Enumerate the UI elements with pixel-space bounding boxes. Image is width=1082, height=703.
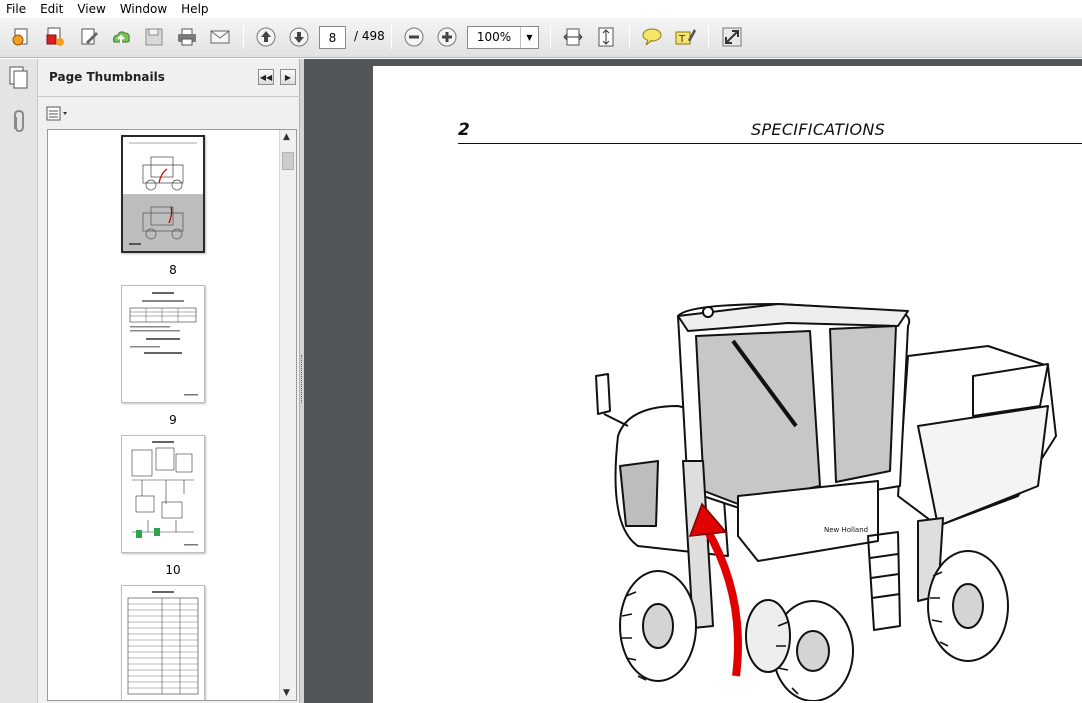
svg-text:T: T xyxy=(678,34,686,45)
plus-circle-icon xyxy=(437,27,457,47)
highlight-text-button[interactable]: T xyxy=(672,24,698,50)
menu-file[interactable]: File xyxy=(0,0,33,18)
save-disk-icon xyxy=(145,28,163,46)
thumbnail-image xyxy=(129,292,198,396)
fit-width-button[interactable] xyxy=(560,24,586,50)
minus-circle-icon xyxy=(404,27,424,47)
menu-bar: File Edit View Window Help xyxy=(0,0,1082,18)
paperclip-icon[interactable] xyxy=(9,109,29,135)
arrow-down-circle-icon xyxy=(289,27,309,47)
next-page-button[interactable] xyxy=(286,24,312,50)
thumbnail-image xyxy=(131,441,198,546)
thumbnails-scrollbar[interactable]: ▲ ▼ xyxy=(279,130,296,700)
create-pdf-button[interactable] xyxy=(8,24,34,50)
splitter-grip[interactable] xyxy=(301,355,303,403)
thumbnail-label: 8 xyxy=(169,263,177,277)
thumbnail-options-button[interactable] xyxy=(46,105,72,123)
toolbar-separator xyxy=(243,25,244,49)
section-heading: SPECIFICATIONS xyxy=(751,120,886,139)
zoom-in-button[interactable] xyxy=(434,24,460,50)
double-chevron-left-icon: ◀◀ xyxy=(259,72,273,82)
create-pdf-icon xyxy=(12,28,28,46)
page-total-label: / 498 xyxy=(354,29,385,43)
printer-icon xyxy=(178,28,196,46)
thumbnail-label: 10 xyxy=(165,563,181,577)
chevron-right-icon: ▶ xyxy=(284,72,292,82)
toolbar: / 498 100% ▼ T xyxy=(0,18,1082,58)
document-viewport[interactable]: 2 SPECIFICATIONS New Holland xyxy=(304,59,1082,703)
fit-width-icon xyxy=(563,28,583,46)
toolbar-separator xyxy=(629,25,630,49)
toolbar-separator xyxy=(708,25,709,49)
upload-cloud-button[interactable] xyxy=(108,24,134,50)
thumbnail-page-10[interactable] xyxy=(121,435,205,553)
expand-icon xyxy=(722,27,742,47)
menu-help[interactable]: Help xyxy=(174,0,215,18)
comment-button[interactable] xyxy=(639,24,665,50)
toolbar-separator xyxy=(391,25,392,49)
options-list-icon xyxy=(46,106,67,121)
cloud-upload-icon xyxy=(113,31,130,43)
navigation-rail xyxy=(0,59,38,703)
scrollbar-thumb[interactable] xyxy=(282,152,294,170)
menu-window[interactable]: Window xyxy=(113,0,174,18)
combine-pdf-button[interactable] xyxy=(42,24,68,50)
thumbnails-list[interactable]: 8 9 10 ▲ ▼ xyxy=(47,129,297,701)
save-button[interactable] xyxy=(141,24,167,50)
combine-pdf-icon xyxy=(46,27,64,46)
edit-pdf-button[interactable] xyxy=(76,24,102,50)
grape-harvester-illustration: New Holland xyxy=(595,303,1057,701)
thumbnail-page-11[interactable] xyxy=(121,585,205,700)
menu-edit[interactable]: Edit xyxy=(33,0,70,18)
pdf-reader-window: File Edit View Window Help 8 / 498 100% … xyxy=(0,0,1082,703)
thumbnail-image xyxy=(123,142,203,251)
fit-page-icon xyxy=(598,27,614,47)
expand-panel-button[interactable]: ▶ xyxy=(280,69,296,85)
collapse-panel-button[interactable]: ◀◀ xyxy=(258,69,274,85)
email-button[interactable] xyxy=(207,24,233,50)
page-number-heading: 2 xyxy=(458,120,470,140)
speech-bubble-icon xyxy=(642,28,662,46)
thumbnail-page-8[interactable] xyxy=(121,135,205,253)
scroll-up-icon[interactable]: ▲ xyxy=(283,132,290,142)
zoom-value: 100% xyxy=(476,30,512,44)
toolbar-separator xyxy=(550,25,551,49)
thumbnails-panel: Page Thumbnails ◀◀ ▶ 8 9 10 ▲ ▼ xyxy=(38,59,300,703)
edit-pencil-icon xyxy=(81,28,98,45)
thumbnail-image xyxy=(127,591,199,695)
envelope-icon xyxy=(210,30,230,44)
thumbnail-label: 9 xyxy=(169,413,177,427)
zoom-select[interactable]: 100% ▼ xyxy=(467,26,539,49)
thumbnail-page-9[interactable] xyxy=(121,285,205,403)
heading-rule xyxy=(458,143,1082,144)
scroll-down-icon[interactable]: ▼ xyxy=(283,688,290,698)
thumbnails-header: Page Thumbnails ◀◀ ▶ xyxy=(38,59,300,97)
pages-icon[interactable] xyxy=(8,65,30,89)
panel-title: Page Thumbnails xyxy=(49,70,165,84)
menu-view[interactable]: View xyxy=(70,0,112,18)
previous-page-button[interactable] xyxy=(253,24,279,50)
chevron-down-icon[interactable]: ▼ xyxy=(520,27,538,48)
cab-model-text: New Holland xyxy=(824,526,868,534)
print-button[interactable] xyxy=(174,24,200,50)
fit-page-button[interactable] xyxy=(593,24,619,50)
full-screen-button[interactable] xyxy=(719,24,745,50)
highlighter-icon: T xyxy=(675,29,696,45)
document-page: 2 SPECIFICATIONS New Holland xyxy=(373,66,1082,703)
arrow-up-circle-icon xyxy=(256,27,276,47)
page-number-input[interactable] xyxy=(319,26,346,49)
zoom-out-button[interactable] xyxy=(401,24,427,50)
